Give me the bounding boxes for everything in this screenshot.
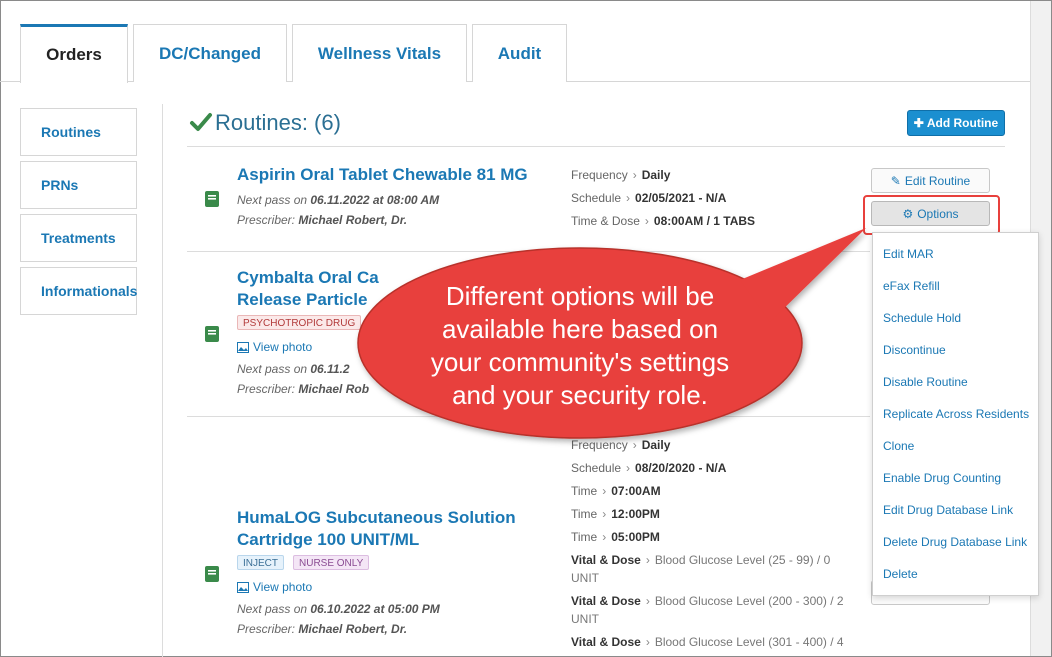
- image-icon: [237, 341, 249, 353]
- check-icon: [190, 113, 212, 131]
- menu-item-delete[interactable]: Delete: [883, 567, 918, 581]
- nav-prns[interactable]: PRNs: [20, 161, 137, 209]
- header-divider: [187, 146, 1005, 147]
- callout-line: available here based on: [441, 314, 719, 344]
- view-photo-link[interactable]: View photo: [237, 580, 312, 594]
- prescriber: Prescriber: Michael Rob: [237, 382, 370, 396]
- menu-item-clone[interactable]: Clone: [883, 439, 914, 453]
- detail-time-dose: Time & Dose › 08:00AM / 1 TABS: [571, 214, 756, 228]
- options-highlight-box: [863, 195, 1000, 235]
- drug-name-link[interactable]: Aspirin Oral Tablet Chewable 81 MG: [237, 164, 528, 186]
- nav-informationals[interactable]: Informationals: [20, 267, 137, 315]
- psychotropic-badge: PSYCHOTROPIC DRUG: [237, 315, 362, 330]
- detail-vital-dose: Vital & Dose › Blood Glucose Level (301 - …: [571, 635, 844, 649]
- drug-name-link-line2[interactable]: Release Particle: [237, 289, 367, 311]
- add-routine-button[interactable]: ✚ Add Routine: [907, 110, 1005, 136]
- tab-orders[interactable]: Orders: [20, 24, 128, 83]
- prescriber: Prescriber: Michael Robert, Dr.: [237, 213, 408, 227]
- detail-schedule: Schedule › 08/20/2020 - N/A: [571, 461, 727, 475]
- menu-item-edit-drug-db-link[interactable]: Edit Drug Database Link: [883, 503, 1013, 517]
- detail-vital-dose: Vital & Dose › Blood Glucose Level (200 - …: [571, 594, 844, 608]
- nurse-only-badge: NURSE ONLY: [293, 555, 370, 570]
- prescriber: Prescriber: Michael Robert, Dr.: [237, 622, 408, 636]
- detail-vital-dose-cont: UNIT: [571, 612, 599, 626]
- view-photo-label: View photo: [253, 580, 313, 594]
- detail-vital-dose: Vital & Dose › Blood Glucose Level (25 - 9…: [571, 553, 831, 567]
- tab-audit[interactable]: Audit: [472, 24, 567, 82]
- row-divider: [187, 251, 870, 252]
- drug-name-link[interactable]: HumaLOG Subcutaneous Solution: [237, 507, 516, 529]
- next-pass: Next pass on 06.10.2022 at 05:00 PM: [237, 602, 440, 616]
- drug-name-link[interactable]: Cymbalta Oral Ca: [237, 267, 379, 289]
- medication-book-icon: [205, 566, 219, 582]
- nav-treatments[interactable]: Treatments: [20, 214, 137, 262]
- menu-item-replicate[interactable]: Replicate Across Residents: [883, 407, 1029, 421]
- drug-name-link-line2[interactable]: Cartridge 100 UNIT/ML: [237, 529, 419, 551]
- detail-time: Time › 12:00PM: [571, 507, 660, 521]
- row-divider: [187, 416, 870, 417]
- callout-line: your community's settings: [430, 347, 730, 377]
- add-routine-label: Add Routine: [926, 116, 999, 130]
- menu-item-disable-routine[interactable]: Disable Routine: [883, 375, 968, 389]
- next-pass: Next pass on 06.11.2: [237, 362, 350, 376]
- callout-line: and your security role.: [452, 380, 708, 410]
- routines-title: Routines: (6): [215, 110, 341, 135]
- options-dropdown-menu: Edit MAR eFax Refill Schedule Hold Disco…: [872, 232, 1039, 596]
- pencil-icon: ✎: [890, 173, 901, 188]
- inject-badge: INJECT: [237, 555, 284, 570]
- menu-item-efax-refill[interactable]: eFax Refill: [883, 279, 940, 293]
- tab-dc-changed[interactable]: DC/Changed: [133, 24, 287, 82]
- detail-vital-dose-cont: UNIT: [571, 571, 599, 585]
- edit-routine-button[interactable]: ✎ Edit Routine: [871, 168, 990, 193]
- detail-time: Time › 07:00AM: [571, 484, 661, 498]
- medication-book-icon: [205, 191, 219, 207]
- detail-schedule: Schedule › 02/05/2021 - N/A: [571, 191, 727, 205]
- edit-routine-label: Edit Routine: [904, 173, 971, 188]
- callout-text: Different options will be available here…: [395, 280, 765, 412]
- menu-item-discontinue[interactable]: Discontinue: [883, 343, 946, 357]
- detail-time: Time › 05:00PM: [571, 530, 660, 544]
- view-photo-label: View photo: [253, 340, 313, 354]
- view-photo-link[interactable]: View photo: [237, 340, 312, 354]
- menu-item-edit-mar[interactable]: Edit MAR: [883, 247, 934, 261]
- medication-book-icon: [205, 326, 219, 342]
- menu-item-enable-drug-counting[interactable]: Enable Drug Counting: [883, 471, 1001, 485]
- menu-item-delete-drug-db-link[interactable]: Delete Drug Database Link: [883, 535, 1027, 549]
- tab-wellness-vitals[interactable]: Wellness Vitals: [292, 24, 467, 82]
- plus-icon: ✚: [913, 116, 924, 130]
- menu-item-schedule-hold[interactable]: Schedule Hold: [883, 311, 961, 325]
- detail-frequency: Frequency › Daily: [571, 438, 671, 452]
- content-divider: [162, 104, 163, 657]
- detail-frequency: Frequency › Daily: [571, 168, 671, 182]
- image-icon: [237, 581, 249, 593]
- next-pass: Next pass on 06.11.2022 at 08:00 AM: [237, 193, 440, 207]
- nav-routines[interactable]: Routines: [20, 108, 137, 156]
- callout-line: Different options will be: [445, 281, 715, 311]
